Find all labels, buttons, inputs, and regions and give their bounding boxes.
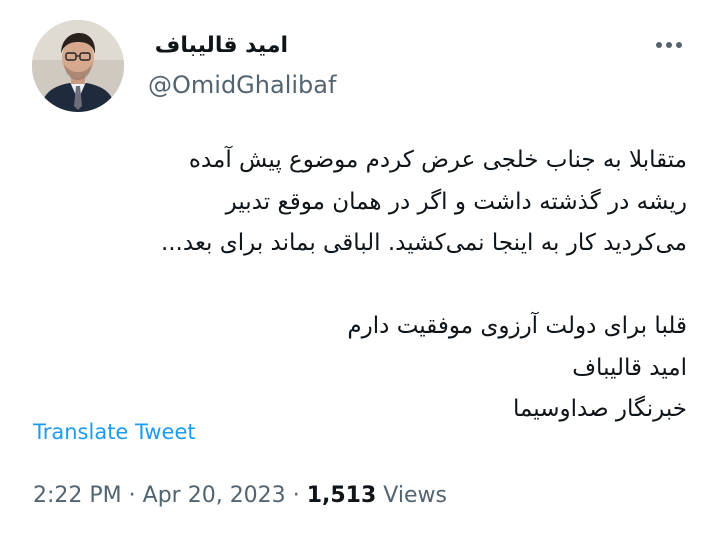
tweet-date[interactable]: Apr 20, 2023 [143,483,286,508]
views-count: 1,513 [306,483,377,508]
profile-photo-icon [32,20,124,112]
views-label: Views [383,483,447,508]
tweet-text-line: متقابلا به جناب خلجی عرض کردم موضوع پیش … [188,147,687,173]
display-name[interactable]: امید قالیباف [148,30,288,62]
tweet-text-line: می‌کردید کار به اینجا نمی‌کشید. الباقی ب… [160,230,687,256]
more-horizontal-icon [666,42,672,48]
handle[interactable]: @OmidGhalibaf [148,68,336,102]
tweet-text-line: قلبا برای دولت آرزوی موفقیت دارم [347,313,687,339]
paragraph-break [27,265,687,307]
tweet-text: متقابلا به جناب خلجی عرض کردم موضوع پیش … [27,140,687,431]
tweet-time[interactable]: 2:22 PM [33,483,122,508]
tweet-text-line: امید قالیباف [572,354,687,381]
avatar[interactable] [32,20,124,112]
more-horizontal-icon [676,42,682,48]
tweet-card: امید قالیباف @OmidGhalibaf متقابلا به جن… [0,0,720,535]
translate-tweet-link[interactable]: Translate Tweet [33,416,196,448]
tweet-meta: 2:22 PM · Apr 20, 2023 · 1,513 Views [33,478,447,514]
more-horizontal-icon [656,42,662,48]
tweet-text-line: ریشه در گذشته داشت و اگر در همان موقع تد… [225,188,687,215]
more-options-button[interactable] [648,30,690,60]
meta-separator: · [292,483,300,508]
meta-separator: · [128,483,136,508]
